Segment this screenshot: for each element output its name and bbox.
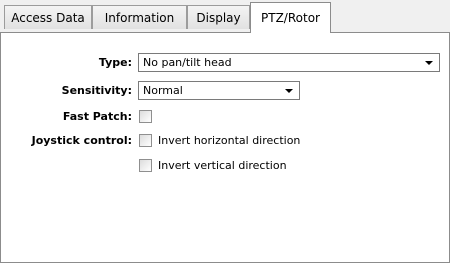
tab-ptz-rotor[interactable]: PTZ/Rotor xyxy=(250,2,331,33)
tab-information[interactable]: Information xyxy=(92,5,187,29)
fast-patch-checkbox[interactable] xyxy=(139,110,152,123)
type-label: Type: xyxy=(98,56,132,69)
invert-vertical-label[interactable]: Invert vertical direction xyxy=(158,159,287,172)
joystick-control-label: Joystick control: xyxy=(31,134,132,147)
tab-label: PTZ/Rotor xyxy=(261,11,320,25)
sensitivity-select[interactable]: Normal xyxy=(138,81,300,100)
tab-display[interactable]: Display xyxy=(187,5,250,29)
tab-label: Access Data xyxy=(11,10,85,25)
type-select-value: No pan/tilt head xyxy=(143,56,232,69)
invert-horizontal-label[interactable]: Invert horizontal direction xyxy=(158,134,300,147)
tab-access-data[interactable]: Access Data xyxy=(4,5,92,29)
tab-label: Display xyxy=(196,10,241,25)
fast-patch-label: Fast Patch: xyxy=(62,110,132,123)
invert-horizontal-checkbox[interactable] xyxy=(139,134,152,147)
tab-label: Information xyxy=(104,10,175,25)
tab-strip: Access Data Information Display PTZ/Roto… xyxy=(0,0,450,33)
sensitivity-select-value: Normal xyxy=(143,84,183,97)
chevron-down-icon xyxy=(285,89,293,93)
chevron-down-icon xyxy=(425,61,433,65)
type-select[interactable]: No pan/tilt head xyxy=(138,53,440,72)
invert-vertical-checkbox[interactable] xyxy=(139,159,152,172)
ptz-rotor-panel: Type: No pan/tilt head Sensitivity: Norm… xyxy=(0,32,450,263)
sensitivity-label: Sensitivity: xyxy=(61,84,132,97)
